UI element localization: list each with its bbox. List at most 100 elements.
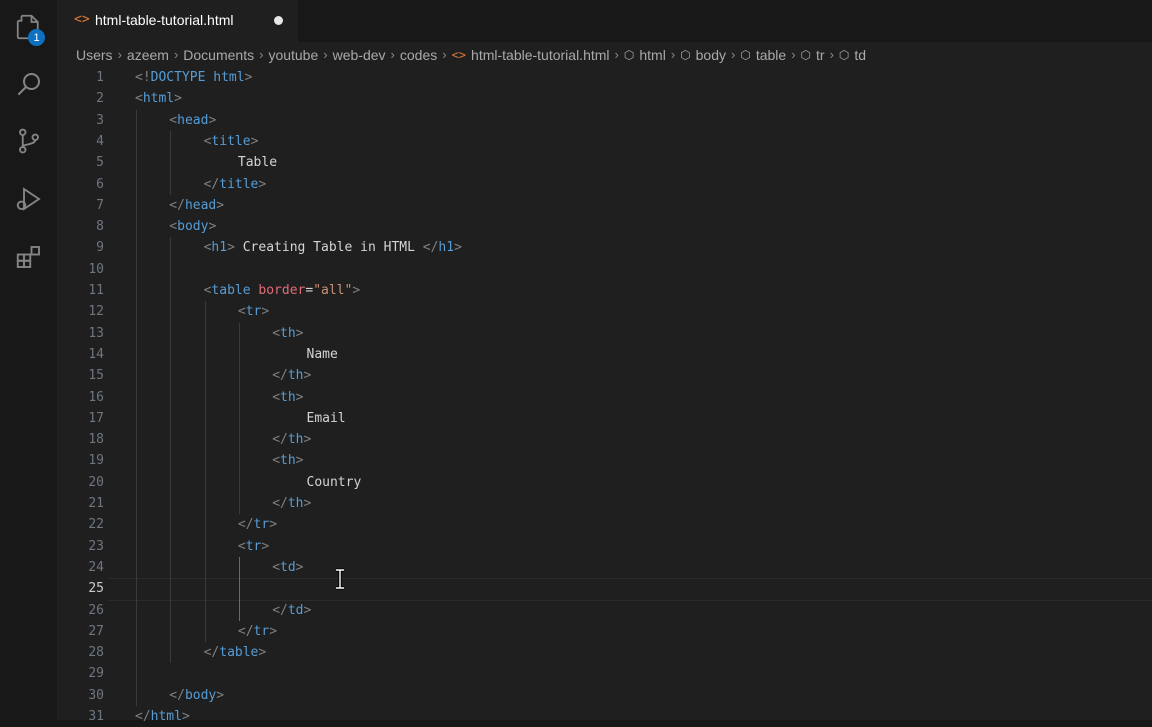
breadcrumb-separator-icon: › — [829, 47, 834, 62]
breadcrumb-label: table — [755, 46, 787, 63]
line-number: 23 — [88, 538, 104, 554]
breadcrumb-separator-icon: › — [390, 47, 395, 62]
indent-guide — [136, 109, 137, 706]
code-text: </body> — [169, 687, 225, 703]
code-text: <th> — [272, 389, 304, 405]
indent-guide — [170, 237, 172, 664]
code-line[interactable]: 13 <th> — [58, 323, 1152, 344]
code-text: Table — [237, 155, 278, 171]
code-line[interactable]: 10 — [58, 259, 1152, 280]
code-line[interactable]: 15 </th> — [58, 365, 1152, 386]
code-text: <!DOCTYPE html> — [135, 70, 253, 85]
line-number: 2 — [96, 91, 104, 107]
breadcrumb-item[interactable]: Users — [76, 47, 113, 63]
code-text: <td> — [272, 559, 304, 575]
breadcrumb-separator-icon: › — [791, 47, 796, 62]
code-line[interactable]: 2 <html> — [58, 88, 1152, 109]
code-text: <th> — [272, 453, 304, 469]
element-symbol-icon: ⬡ — [838, 47, 850, 62]
line-number: 8 — [96, 219, 104, 235]
code-text: </th> — [272, 368, 312, 384]
code-text: </html> — [135, 709, 190, 724]
code-line[interactable]: 20 Country — [58, 472, 1152, 493]
code-text: </tr> — [237, 517, 278, 533]
code-line[interactable]: 3 <head> — [58, 110, 1152, 131]
breadcrumb-separator-icon: › — [670, 47, 676, 62]
extensions-icon[interactable] — [12, 240, 46, 274]
element-symbol-icon: ⬡ — [680, 47, 691, 62]
breadcrumb-separator-icon: › — [442, 47, 447, 62]
line-number: 3 — [96, 112, 104, 128]
line-number: 27 — [88, 623, 104, 639]
breadcrumb-item[interactable]: web-dev — [333, 47, 386, 63]
code-line[interactable]: 18 </th> — [58, 429, 1152, 450]
code-line[interactable]: 7 </head> — [58, 195, 1152, 216]
code-text: <html> — [135, 91, 182, 107]
line-number: 1 — [96, 70, 104, 85]
breadcrumb-item[interactable]: ⬡ tr — [801, 47, 825, 63]
code-line[interactable]: 28 </table> — [58, 642, 1152, 663]
code-text: <head> — [169, 112, 217, 128]
tab-bar: <> html-table-tutorial.html — [58, 0, 1152, 42]
line-number: 29 — [88, 666, 104, 682]
code-text: <table border="all"> — [203, 283, 361, 298]
code-line[interactable]: 12 <tr> — [58, 301, 1152, 322]
code-line[interactable]: 11 <table border="all"> — [58, 280, 1152, 301]
code-text: </th> — [272, 496, 312, 511]
breadcrumb-item[interactable]: <> html-table-tutorial.html — [452, 47, 610, 63]
editor-tab[interactable]: <> html-table-tutorial.html — [58, 0, 298, 42]
breadcrumb-item[interactable]: ⬡ body — [680, 47, 726, 63]
code-line[interactable]: 23 <tr> — [58, 536, 1152, 557]
code-line[interactable]: 14 Name — [58, 344, 1152, 365]
breadcrumb-item[interactable]: azeem — [127, 47, 169, 63]
line-number: 7 — [96, 197, 104, 213]
code-line[interactable]: 4 <title> — [58, 131, 1152, 152]
code-text: </tr> — [237, 623, 278, 639]
code-line[interactable]: 31 </html> — [58, 706, 1152, 727]
element-symbol-icon: ⬡ — [800, 47, 812, 62]
breadcrumb-item[interactable]: ⬡ html — [624, 47, 666, 63]
text-cursor-icon — [334, 568, 346, 595]
code-line[interactable]: 25 — [58, 578, 1152, 599]
code-line[interactable]: 5 Table — [58, 152, 1152, 173]
code-line[interactable]: 1 <!DOCTYPE html> — [58, 67, 1152, 88]
code-text: </table> — [203, 645, 267, 661]
line-number: 30 — [88, 687, 104, 703]
line-number: 28 — [88, 645, 104, 661]
line-number: 24 — [88, 559, 104, 575]
breadcrumb-item[interactable]: ⬡ table — [740, 47, 786, 63]
line-number: 6 — [96, 176, 104, 192]
tab-title: html-table-tutorial.html — [95, 12, 234, 28]
line-number: 15 — [88, 368, 104, 384]
code-line[interactable]: 6 </title> — [58, 174, 1152, 195]
breadcrumb-item[interactable]: youtube — [268, 47, 318, 63]
line-number: 5 — [96, 155, 104, 171]
code-line[interactable]: 26 </td> — [58, 600, 1152, 621]
search-icon[interactable] — [12, 67, 46, 101]
code-line[interactable]: 21 </th> — [58, 493, 1152, 514]
breadcrumb-label: web-dev — [332, 46, 386, 63]
code-line[interactable]: 19 <th> — [58, 450, 1152, 471]
breadcrumb-separator-icon: › — [259, 47, 264, 62]
code-line[interactable]: 27 </tr> — [58, 621, 1152, 642]
code-editor[interactable]: 1 <!DOCTYPE html> 2 <html> 3 <head> 4 <title> 5 T… — [58, 67, 1152, 724]
editor: <> html-table-tutorial.html Users › azeem ›… — [58, 0, 1152, 724]
code-line[interactable]: 9 <h1> Creating Table in HTML </h1> — [58, 237, 1152, 258]
code-text: Email — [306, 410, 346, 426]
code-line[interactable]: 24 <td> — [58, 557, 1152, 578]
breadcrumb-item[interactable]: codes — [400, 47, 437, 63]
code-line[interactable]: 30 </body> — [58, 685, 1152, 706]
breadcrumb-item[interactable]: Documents — [183, 47, 254, 63]
run-debug-icon[interactable] — [12, 182, 46, 216]
code-text: Country — [306, 474, 362, 490]
code-line[interactable]: 29 — [58, 663, 1152, 684]
code-line[interactable]: 17 Email — [58, 408, 1152, 429]
source-control-icon[interactable] — [12, 124, 46, 158]
breadcrumb-item[interactable]: ⬡ td — [839, 47, 866, 63]
line-number: 20 — [88, 474, 104, 490]
code-line[interactable]: 8 <body> — [58, 216, 1152, 237]
unsaved-dot-icon[interactable] — [274, 16, 283, 25]
code-line[interactable]: 16 <th> — [58, 387, 1152, 408]
code-line[interactable]: 22 </tr> — [58, 514, 1152, 535]
html-file-icon: <> — [451, 47, 467, 62]
